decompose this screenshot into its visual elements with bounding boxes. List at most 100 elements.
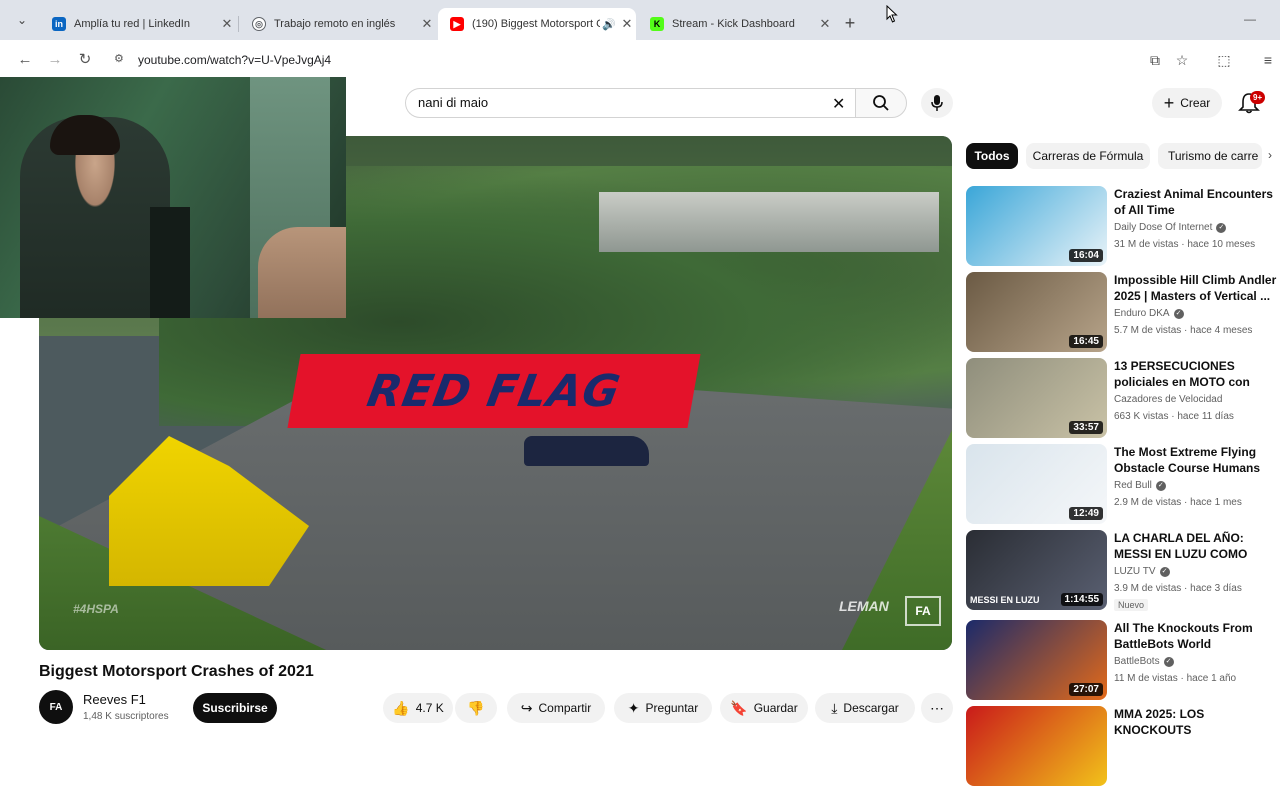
tab-kick[interactable]: K Stream - Kick Dashboard ✕ bbox=[638, 8, 834, 40]
channel-watermark-logo[interactable]: FA bbox=[905, 596, 941, 626]
tab-close-icon[interactable]: ✕ bbox=[618, 16, 636, 32]
more-actions-button[interactable]: ⋯ bbox=[921, 693, 953, 723]
webcam-second-person bbox=[258, 227, 346, 318]
chip-carreras-formula[interactable]: Carreras de Fórmula bbox=[1026, 143, 1150, 169]
video-thumbnail[interactable] bbox=[966, 706, 1107, 786]
recommended-channel[interactable]: LUZU TV ✓ bbox=[1114, 566, 1170, 577]
tab-search-chevron-icon[interactable]: ⌄ bbox=[10, 13, 34, 33]
recommended-video[interactable]: MMA 2025: LOS KNOCKOUTS bbox=[966, 706, 1276, 788]
channel-avatar[interactable]: FA bbox=[39, 690, 73, 724]
youtube-icon: ▶ bbox=[450, 17, 464, 31]
video-duration: 16:45 bbox=[1069, 335, 1103, 348]
video-thumbnail[interactable]: 12:49 bbox=[966, 444, 1107, 524]
search-input[interactable] bbox=[418, 95, 798, 110]
thumbs-up-icon: 👍 bbox=[392, 699, 410, 716]
site-settings-icon[interactable]: ⚙ bbox=[114, 52, 128, 66]
microphone-icon bbox=[931, 95, 943, 111]
recommended-video[interactable]: 16:04 Craziest Animal Encounters of All T… bbox=[966, 186, 1276, 268]
recommended-channel[interactable]: Cazadores de Velocidad bbox=[1114, 394, 1222, 405]
search-button[interactable] bbox=[855, 88, 907, 118]
recommended-video-meta: 2.9 M de vistas · hace 1 mes bbox=[1114, 497, 1242, 508]
download-arrow-icon: ⤓ bbox=[831, 699, 838, 716]
recommended-channel[interactable]: Daily Dose Of Internet ✓ bbox=[1114, 222, 1227, 233]
back-arrow-icon[interactable]: ← bbox=[15, 50, 35, 70]
forward-arrow-icon[interactable]: → bbox=[45, 50, 65, 70]
install-app-icon[interactable]: ⧉ bbox=[1145, 50, 1165, 70]
tab-close-icon[interactable]: ✕ bbox=[816, 16, 834, 32]
recommended-video-title[interactable]: MMA 2025: LOS KNOCKOUTS bbox=[1114, 706, 1278, 738]
recommended-video-title[interactable]: LA CHARLA DEL AÑO: MESSI EN LUZU COMO NU… bbox=[1114, 530, 1278, 564]
like-count: 4.7 K bbox=[415, 701, 444, 715]
webcam-overlay bbox=[0, 77, 346, 318]
recommended-video[interactable]: 16:45 Impossible Hill Climb Andler 2025 |… bbox=[966, 272, 1276, 354]
recommended-channel[interactable]: Enduro DKA ✓ bbox=[1114, 308, 1184, 319]
clear-search-icon[interactable]: ✕ bbox=[832, 94, 845, 114]
tab-linkedin[interactable]: in Amplía tu red | LinkedIn ✕ bbox=[40, 8, 236, 40]
recommended-channel-name: LUZU TV bbox=[1114, 566, 1156, 577]
voice-search-button[interactable] bbox=[921, 88, 953, 118]
like-button[interactable]: 👍 4.7 K bbox=[383, 693, 453, 723]
subscriber-count: 1,48 K suscriptores bbox=[83, 711, 169, 722]
recommended-video[interactable]: 33:57 13 PERSECUCIONES policiales en MOTO… bbox=[966, 358, 1276, 440]
ask-button[interactable]: ✦ Preguntar bbox=[614, 693, 712, 723]
tab-youtube-active[interactable]: ▶ (190) Biggest Motorsport C 🔊 ✕ bbox=[438, 8, 636, 40]
dislike-button[interactable]: 👎 bbox=[455, 693, 497, 723]
share-button[interactable]: ↪ Compartir bbox=[507, 693, 605, 723]
recommended-video[interactable]: 12:49 The Most Extreme Flying Obstacle Co… bbox=[966, 444, 1276, 526]
video-thumbnail[interactable]: 33:57 bbox=[966, 358, 1107, 438]
watermark-series: LEMAN bbox=[839, 598, 889, 614]
verified-check-icon: ✓ bbox=[1159, 566, 1170, 577]
recommended-channel[interactable]: Red Bull ✓ bbox=[1114, 480, 1166, 491]
extensions-icon[interactable]: ⬚ bbox=[1214, 50, 1234, 70]
recommended-channel[interactable]: BattleBots ✓ bbox=[1114, 656, 1174, 667]
tab-trabajo-remoto[interactable]: ◎ Trabajo remoto en inglés ✕ bbox=[240, 8, 436, 40]
recommended-video-title[interactable]: All The Knockouts From BattleBots World … bbox=[1114, 620, 1278, 654]
minimize-window-icon[interactable]: — bbox=[1244, 12, 1256, 26]
recommended-video-title[interactable]: Craziest Animal Encounters of All Time bbox=[1114, 186, 1278, 218]
channel-name[interactable]: Reeves F1 bbox=[83, 692, 146, 707]
video-thumbnail[interactable]: 16:45 bbox=[966, 272, 1107, 352]
save-label: Guardar bbox=[753, 701, 798, 715]
red-flag-text: RED FLAG bbox=[363, 365, 625, 417]
recommended-video[interactable]: 27:07 All The Knockouts From BattleBots W… bbox=[966, 620, 1276, 702]
video-thumbnail[interactable]: 16:04 bbox=[966, 186, 1107, 266]
download-button[interactable]: ⤓ Descargar bbox=[815, 693, 915, 723]
subscribe-button[interactable]: Suscribirse bbox=[193, 693, 277, 723]
reading-list-icon[interactable]: ≡ bbox=[1258, 50, 1278, 70]
recommended-video-title[interactable]: 13 PERSECUCIONES policiales en MOTO con … bbox=[1114, 358, 1278, 392]
create-label: Crear bbox=[1180, 96, 1211, 110]
tab-divider bbox=[238, 16, 239, 32]
speaker-icon[interactable]: 🔊 bbox=[600, 18, 618, 31]
recommended-video[interactable]: MESSI EN LUZU 1:14:55 LA CHARLA DEL AÑO: M… bbox=[966, 530, 1276, 612]
video-duration: 16:04 bbox=[1069, 249, 1103, 262]
tab-title: Trabajo remoto en inglés bbox=[274, 18, 396, 30]
tab-title: Amplía tu red | LinkedIn bbox=[74, 18, 190, 30]
verified-check-icon: ✓ bbox=[1173, 308, 1184, 319]
video-duration: 1:14:55 bbox=[1060, 593, 1103, 606]
save-button[interactable]: 🔖 Guardar bbox=[720, 693, 808, 723]
chevron-right-icon[interactable]: › bbox=[1268, 148, 1272, 162]
bookmark-star-icon[interactable]: ☆ bbox=[1172, 50, 1192, 70]
tab-close-icon[interactable]: ✕ bbox=[418, 16, 436, 32]
chip-turismo[interactable]: Turismo de carre bbox=[1158, 143, 1262, 169]
thumbnail-caption: MESSI EN LUZU bbox=[970, 595, 1040, 605]
create-button[interactable]: + Crear bbox=[1152, 88, 1222, 118]
tab-close-icon[interactable]: ✕ bbox=[218, 16, 236, 32]
kick-icon: K bbox=[650, 17, 664, 31]
reload-icon[interactable]: ↻ bbox=[75, 50, 95, 70]
recommended-channel-name: Daily Dose Of Internet bbox=[1114, 222, 1213, 233]
recommended-video-title[interactable]: Impossible Hill Climb Andler 2025 | Mast… bbox=[1114, 272, 1278, 304]
watermark-hashtag: #4HSPA bbox=[73, 602, 119, 616]
chip-todos[interactable]: Todos bbox=[966, 143, 1018, 169]
notifications-badge: 9+ bbox=[1250, 91, 1266, 104]
share-label: Compartir bbox=[538, 701, 592, 715]
search-icon bbox=[873, 95, 889, 111]
address-bar-url[interactable]: youtube.com/watch?v=U-VpeJvgAj4 bbox=[138, 53, 331, 67]
video-title: Biggest Motorsport Crashes of 2021 bbox=[39, 663, 314, 680]
recommended-video-title[interactable]: The Most Extreme Flying Obstacle Course … bbox=[1114, 444, 1278, 478]
video-thumbnail[interactable]: 27:07 bbox=[966, 620, 1107, 700]
video-duration: 27:07 bbox=[1069, 683, 1103, 696]
video-thumbnail[interactable]: MESSI EN LUZU 1:14:55 bbox=[966, 530, 1107, 610]
red-flag-overlay: RED FLAG bbox=[287, 354, 701, 428]
new-tab-button[interactable]: + bbox=[840, 13, 860, 33]
